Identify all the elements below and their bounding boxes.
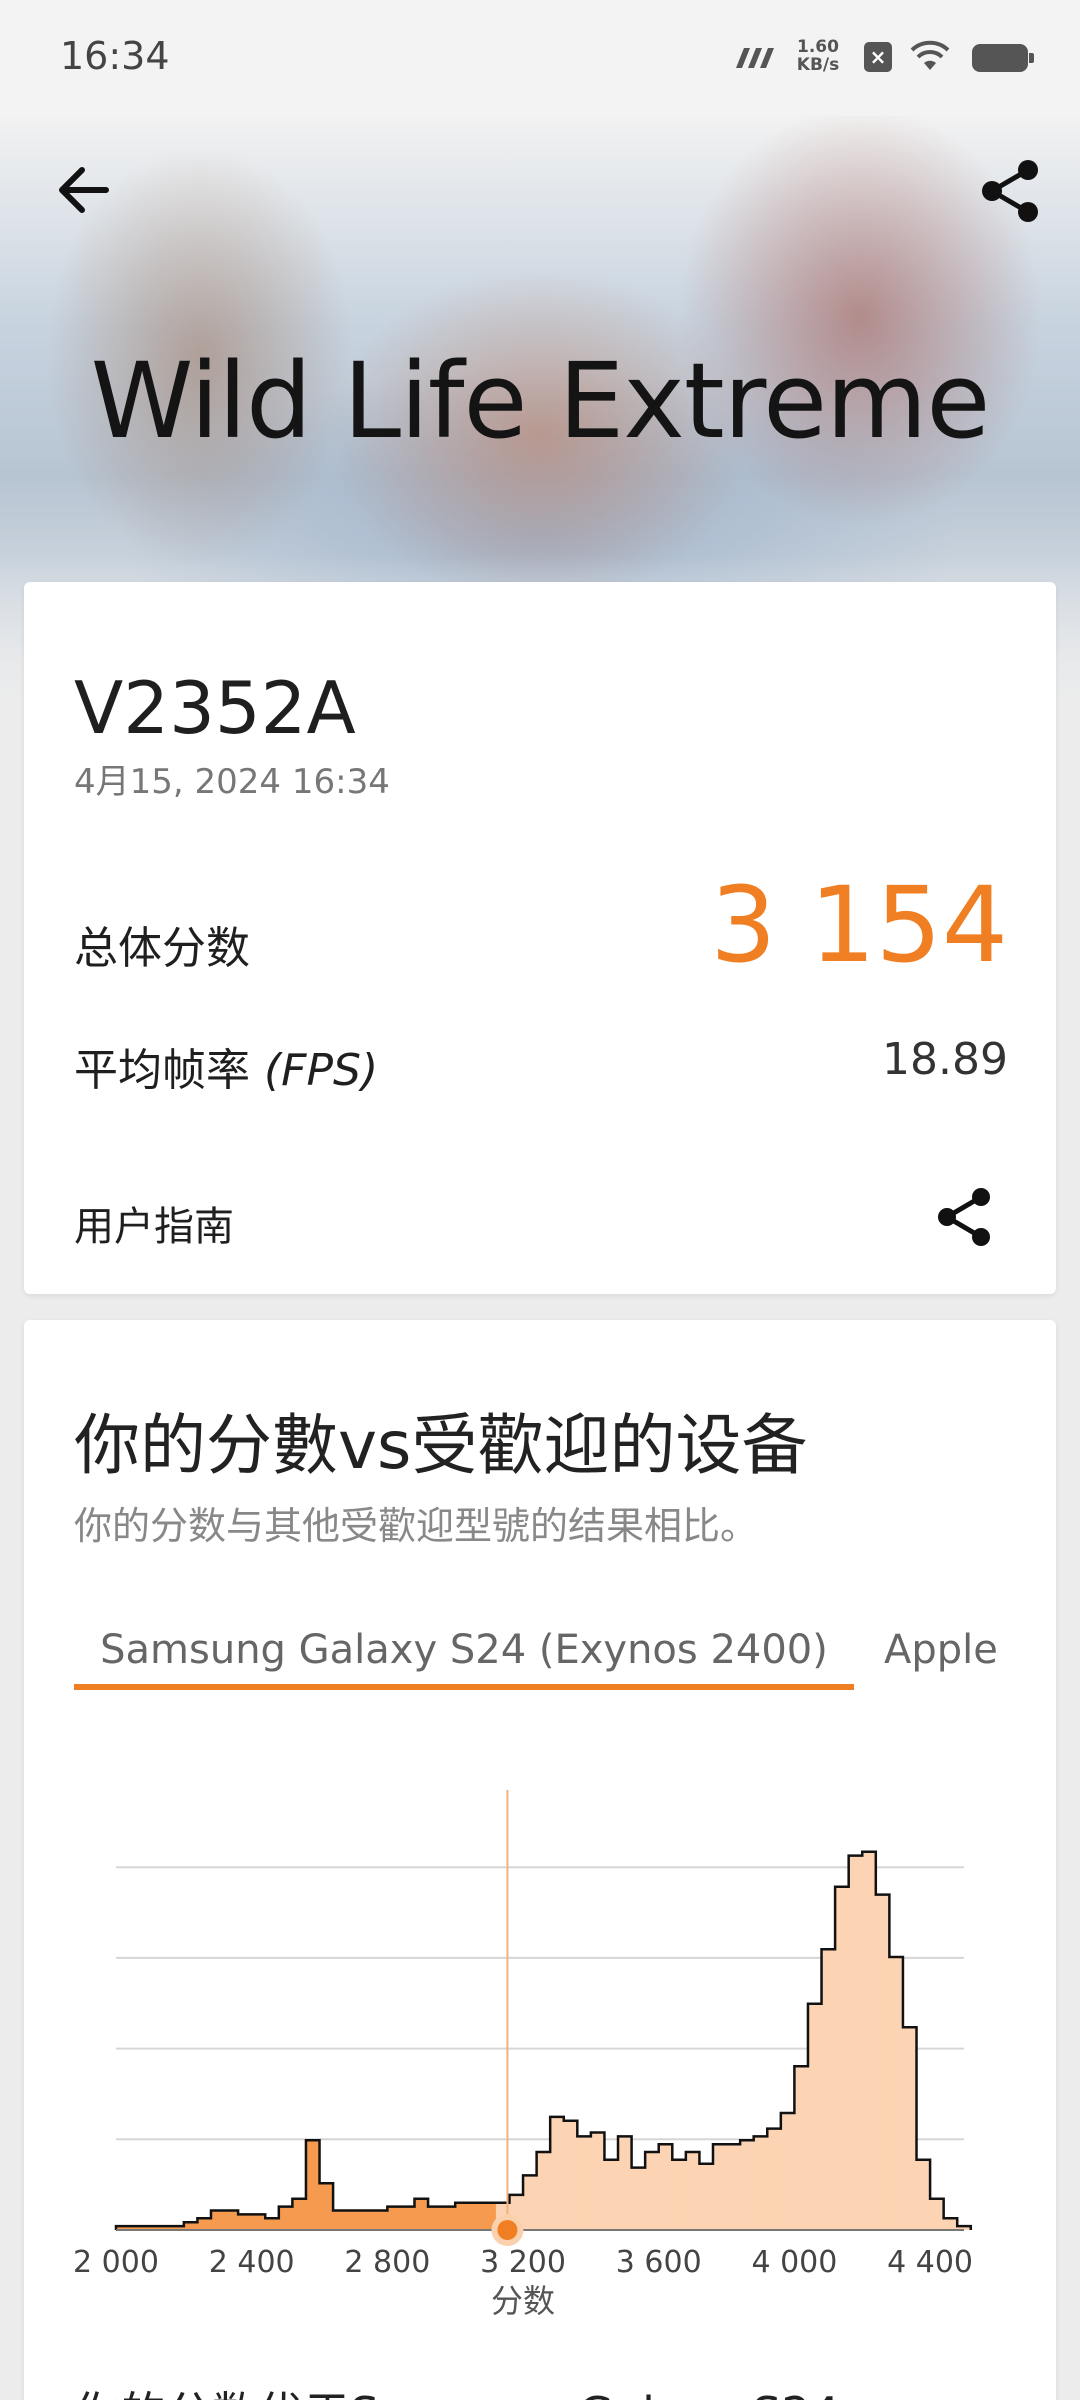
histogram-bar (645, 2152, 660, 2230)
histogram-bar (658, 2144, 673, 2230)
comparison-result-text: 你的分数优于Samsung Galaxy S24 (74, 2378, 840, 2400)
user-guide-link[interactable]: 用户指南 (74, 1194, 234, 1252)
x-tick-label: 3 600 (616, 2245, 702, 2280)
comparison-card: 你的分數vs受歡迎的设备 你的分数与其他受歡迎型號的结果相比。 Samsung … (24, 1320, 1056, 2400)
histogram-bar (726, 2144, 741, 2230)
wifi-icon (910, 40, 950, 70)
histogram-bar (889, 1957, 904, 2230)
fps-value: 18.89 (882, 1034, 1008, 1085)
histogram-bar (441, 2206, 456, 2230)
x-tick-label: 2 000 (73, 2245, 159, 2280)
histogram-bar (631, 2167, 646, 2230)
histogram-bar (265, 2218, 280, 2230)
histogram-bar (400, 2206, 416, 2230)
histogram-bar (224, 2210, 239, 2230)
histogram-bar (780, 2113, 795, 2230)
histogram-bar (251, 2214, 266, 2230)
histogram-bar (278, 2206, 293, 2230)
histogram-bar (428, 2206, 443, 2230)
histogram-bar (360, 2210, 375, 2230)
x-tick-label: 4 000 (751, 2245, 837, 2280)
histogram-bar (373, 2210, 388, 2230)
status-bar: 16:34 1.60 KB/s × (0, 0, 1080, 116)
histogram-bar (563, 2120, 578, 2230)
histogram-bar (875, 1894, 890, 2230)
histogram-bar (821, 1949, 836, 2230)
histogram-bar (712, 2144, 728, 2230)
back-arrow-icon[interactable] (56, 162, 112, 218)
histogram-bar (577, 2136, 592, 2230)
histogram-bar (387, 2206, 402, 2230)
x-tick-label: 2 800 (344, 2245, 430, 2280)
result-date: 4月15, 2024 16:34 (74, 762, 390, 802)
score-distribution-chart: 2 000 2 400 2 800 3 200 3 600 4 000 4 400 分数 (73, 1790, 973, 2320)
histogram-bar (414, 2198, 429, 2230)
comparison-subtitle: 你的分数与其他受歡迎型號的结果相比。 (74, 1504, 759, 1548)
comparison-title: 你的分數vs受歡迎的设备 (74, 1407, 808, 1484)
histogram-bar (305, 2140, 321, 2230)
tab-samsung-galaxy-s24[interactable]: Samsung Galaxy S24 (Exynos 2400) (74, 1620, 854, 1690)
x-tick-label: 3 200 (480, 2245, 566, 2280)
histogram-bar (346, 2210, 361, 2230)
share-icon[interactable] (936, 1186, 994, 1248)
histogram-bar (604, 2159, 619, 2230)
histogram-bar (536, 2152, 551, 2230)
histogram-bar (468, 2202, 483, 2230)
histogram-bar (523, 2175, 538, 2230)
histogram-bar (848, 1855, 863, 2230)
histogram-bar (238, 2214, 253, 2230)
histogram-bar (550, 2116, 565, 2230)
histogram-bar (210, 2210, 226, 2230)
x-tick-label: 2 400 (209, 2245, 295, 2280)
net-speed: 1.60 KB/s (796, 37, 840, 75)
histogram-bar (767, 2128, 782, 2230)
signal-icon (736, 48, 774, 68)
x-tick-label: 4 400 (887, 2245, 973, 2280)
tab-apple[interactable]: Apple (884, 1620, 998, 1690)
close-box-icon: × (864, 42, 892, 72)
x-axis-label: 分数 (491, 2282, 555, 2320)
overall-score-value: 3 154 (710, 864, 1008, 986)
test-title: Wild Life Extreme (90, 340, 991, 462)
overall-score-label: 总体分数 (74, 923, 250, 974)
histogram-bar (862, 1851, 877, 2230)
histogram-bar (835, 1886, 850, 2230)
histogram-bar (590, 2132, 606, 2230)
status-icons: 1.60 KB/s × (708, 37, 1034, 78)
histogram-bar (672, 2159, 687, 2230)
histogram-bar (753, 2136, 768, 2230)
histogram-bar (618, 2136, 633, 2230)
histogram-bar (740, 2140, 755, 2230)
your-score-marker (497, 2220, 518, 2240)
status-time: 16:34 (60, 34, 170, 78)
histogram-bar (930, 2198, 945, 2230)
fps-label: 平均帧率 (FPS) (74, 1045, 379, 1096)
result-card: V2352A 4月15, 2024 16:34 总体分数 3 154 平均帧率 … (24, 582, 1056, 1294)
histogram-bar (319, 2183, 334, 2230)
histogram-bar (455, 2202, 470, 2230)
share-icon[interactable] (980, 158, 1042, 224)
battery-icon (972, 44, 1034, 72)
histogram-bar (807, 2003, 823, 2230)
histogram-bar (916, 2159, 931, 2230)
histogram-bar (794, 2066, 809, 2230)
histogram-bar (902, 2027, 918, 2230)
histogram-bar (943, 2218, 958, 2230)
histogram-bar (197, 2218, 212, 2230)
histogram-bar (292, 2198, 307, 2230)
histogram-bar (333, 2210, 348, 2230)
histogram-bar (699, 2163, 714, 2230)
histogram-bar (685, 2152, 701, 2230)
device-name: V2352A (74, 666, 356, 750)
